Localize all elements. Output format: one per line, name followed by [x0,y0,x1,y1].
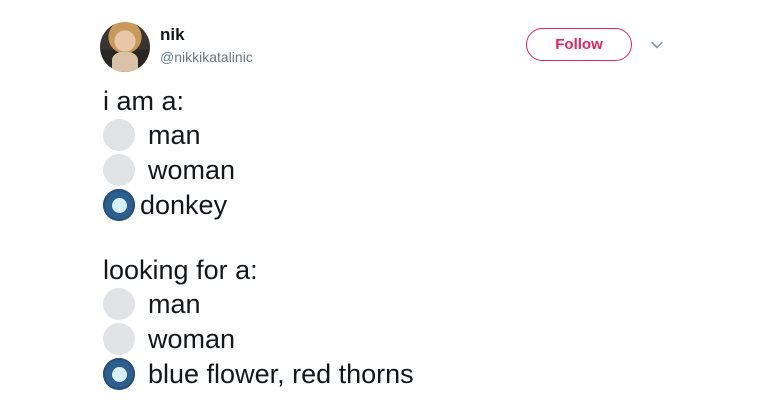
user-handle[interactable]: @nikkikatalinic [160,49,253,65]
chevron-down-icon[interactable] [650,38,664,52]
option-label: blue flower, red thorns [148,358,414,389]
avatar-figure [112,52,138,72]
option-label: man [148,288,201,319]
radio-unselected[interactable] [103,154,135,186]
radio-selected[interactable] [103,358,135,390]
radio-unselected[interactable] [103,119,135,151]
avatar[interactable] [100,22,150,72]
option-label: woman [148,154,236,185]
section-heading-i-am: i am a: [103,86,185,116]
tweet-card: nik @nikkikatalinic Follow i am a: man w… [0,0,768,402]
option-i-am-donkey[interactable]: donkey [103,188,227,222]
option-looking-for-man[interactable]: man [103,287,201,321]
option-i-am-man[interactable]: man [103,118,201,152]
radio-unselected[interactable] [103,323,135,355]
radio-dot [111,366,127,382]
radio-unselected[interactable] [103,288,135,320]
radio-dot [111,197,127,213]
section-heading-looking-for: looking for a: [103,255,258,285]
follow-button[interactable]: Follow [526,28,632,61]
option-looking-for-woman[interactable]: woman [103,322,235,356]
radio-selected[interactable] [103,189,135,221]
display-name[interactable]: nik [160,25,185,45]
option-looking-for-blue-flower[interactable]: blue flower, red thorns [103,357,414,391]
option-label: donkey [140,189,228,220]
option-label: man [148,119,201,150]
option-label: woman [148,323,236,354]
option-i-am-woman[interactable]: woman [103,153,235,187]
